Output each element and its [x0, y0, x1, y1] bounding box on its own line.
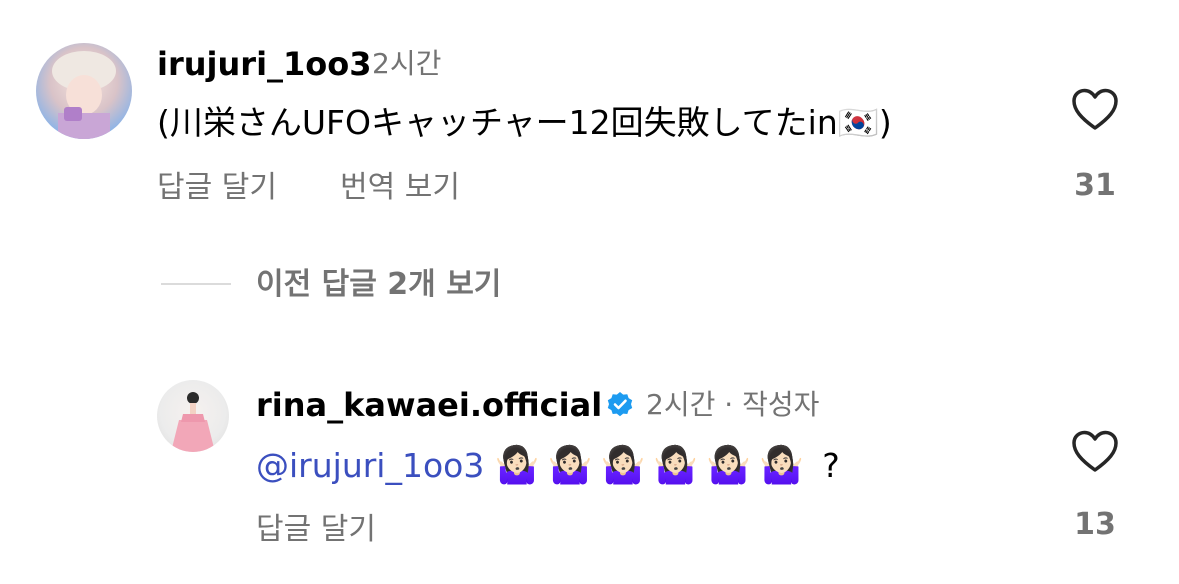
reply-meta: 2시간 · 작성자: [646, 385, 819, 425]
avatar[interactable]: [36, 43, 132, 139]
comment-username[interactable]: irujuri_1oo3: [157, 44, 372, 84]
author-label: 작성자: [742, 388, 820, 421]
heart-outline-icon: [1072, 88, 1118, 130]
reply-reply-button[interactable]: 답글 달기: [256, 510, 376, 550]
view-previous-replies-button[interactable]: 이전 답글 2개 보기: [256, 265, 501, 305]
reply-button[interactable]: 답글 달기: [157, 168, 277, 208]
shrug-emojis: 🤷🏻‍♀️🤷🏻‍♀️🤷🏻‍♀️🤷🏻‍♀️🤷🏻‍♀️🤷🏻‍♀️: [494, 445, 812, 486]
reply-text: @irujuri_1oo3 🤷🏻‍♀️🤷🏻‍♀️🤷🏻‍♀️🤷🏻‍♀️🤷🏻‍♀️🤷…: [256, 444, 840, 488]
meta-separator: ·: [724, 388, 734, 421]
korea-flag: 🇰🇷: [837, 103, 879, 142]
mention-link[interactable]: @irujuri_1oo3: [256, 446, 484, 485]
comment-text: (川栄さんUFOキャッチャー12回失敗してたin🇰🇷): [157, 101, 892, 145]
heart-outline-icon: [1072, 430, 1118, 472]
reply-avatar-image: [171, 392, 215, 452]
like-button[interactable]: [1071, 88, 1119, 132]
reply-avatar[interactable]: [157, 380, 229, 452]
comment-text-body: (川栄さんUFOキャッチャー12回失敗してたin: [157, 103, 838, 142]
like-count: 31: [1074, 168, 1116, 203]
replies-divider: [161, 283, 231, 285]
translate-button[interactable]: 번역 보기: [340, 168, 460, 208]
comment-text-closing: ): [878, 103, 892, 142]
avatar-image: [52, 51, 116, 139]
reply-like-count: 13: [1074, 507, 1116, 542]
reply-username[interactable]: rina_kawaei.official: [256, 385, 602, 425]
reply-like-button[interactable]: [1071, 430, 1119, 474]
comment-time: 2시간: [372, 47, 442, 80]
reply-trailing: ?: [822, 446, 840, 485]
reply-time: 2시간: [646, 388, 716, 421]
verified-badge-icon: [606, 391, 634, 419]
